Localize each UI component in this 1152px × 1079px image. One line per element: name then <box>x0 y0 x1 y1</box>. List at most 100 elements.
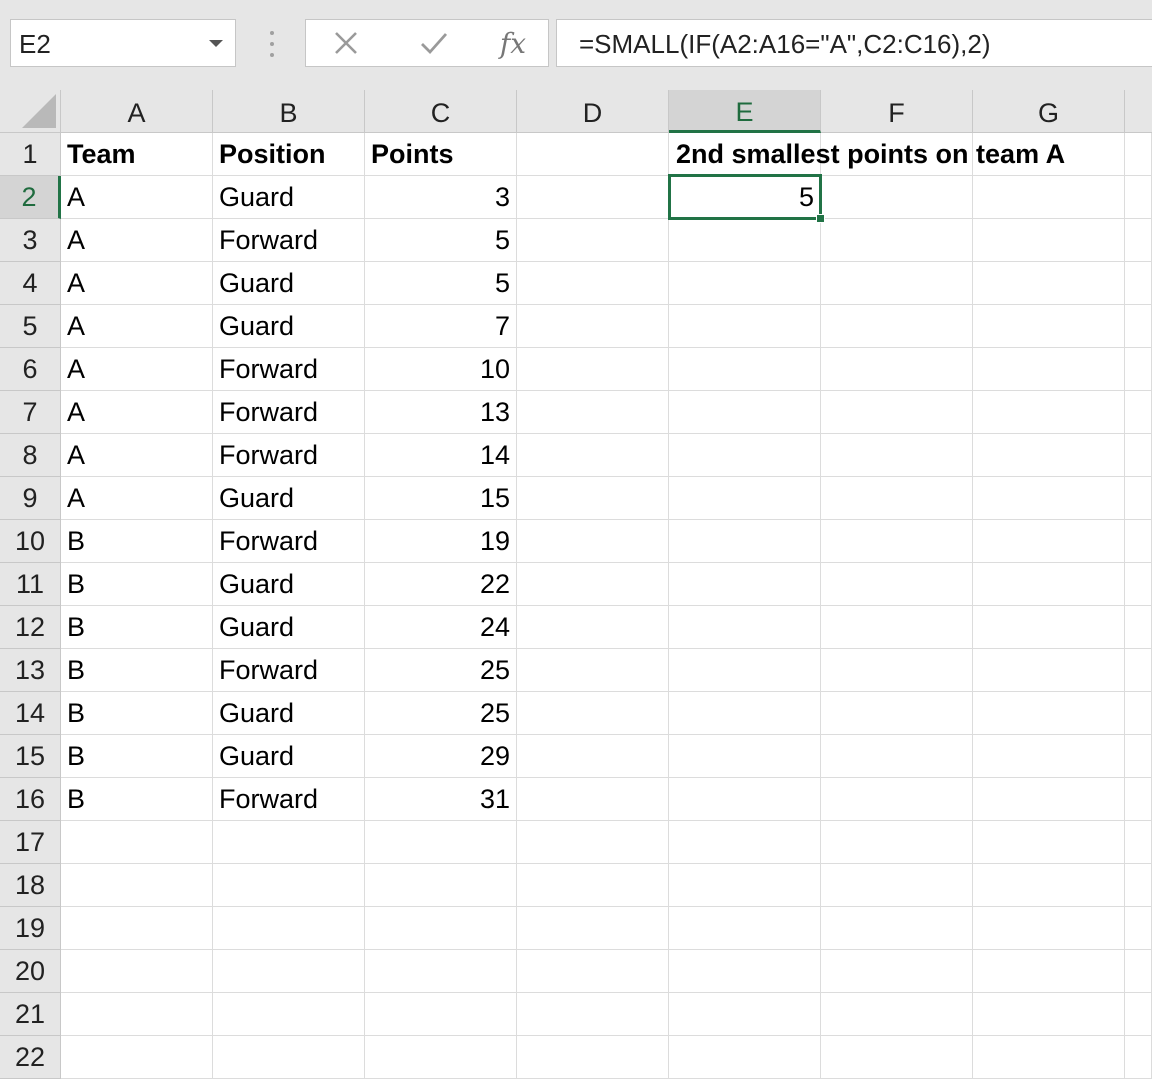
row-header-1[interactable]: 1 <box>0 133 61 176</box>
cell-h12[interactable] <box>1125 606 1152 649</box>
row-header-13[interactable]: 13 <box>0 649 61 692</box>
cell-h16[interactable] <box>1125 778 1152 821</box>
cell-d5[interactable] <box>517 305 669 348</box>
cell-b1[interactable]: Position <box>213 133 365 176</box>
cell-h18[interactable] <box>1125 864 1152 907</box>
cell-g17[interactable] <box>973 821 1125 864</box>
cell-b11[interactable]: Guard <box>213 563 365 606</box>
cell-d6[interactable] <box>517 348 669 391</box>
row-header-18[interactable]: 18 <box>0 864 61 907</box>
cell-d3[interactable] <box>517 219 669 262</box>
row-header-20[interactable]: 20 <box>0 950 61 993</box>
cell-e7[interactable] <box>669 391 821 434</box>
cell-g22[interactable] <box>973 1036 1125 1079</box>
cell-c21[interactable] <box>365 993 517 1036</box>
cell-h22[interactable] <box>1125 1036 1152 1079</box>
formula-input[interactable]: =SMALL(IF(A2:A16="A",C2:C16),2) <box>556 19 1152 67</box>
row-header-11[interactable]: 11 <box>0 563 61 606</box>
cell-e13[interactable] <box>669 649 821 692</box>
cell-e8[interactable] <box>669 434 821 477</box>
cell-f5[interactable] <box>821 305 973 348</box>
cell-g13[interactable] <box>973 649 1125 692</box>
cell-a6[interactable]: A <box>61 348 213 391</box>
cell-a14[interactable]: B <box>61 692 213 735</box>
cell-c9[interactable]: 15 <box>365 477 517 520</box>
cell-f2[interactable] <box>821 176 973 219</box>
cell-d16[interactable] <box>517 778 669 821</box>
cell-g18[interactable] <box>973 864 1125 907</box>
name-box-value[interactable]: E2 <box>19 29 51 60</box>
cell-a22[interactable] <box>61 1036 213 1079</box>
cell-f21[interactable] <box>821 993 973 1036</box>
cell-e22[interactable] <box>669 1036 821 1079</box>
formula-text[interactable]: =SMALL(IF(A2:A16="A",C2:C16),2) <box>579 29 991 60</box>
cell-c3[interactable]: 5 <box>365 219 517 262</box>
cell-e16[interactable] <box>669 778 821 821</box>
column-header-partial[interactable] <box>1125 90 1152 133</box>
cell-b9[interactable]: Guard <box>213 477 365 520</box>
column-header-c[interactable]: C <box>365 90 517 133</box>
cell-b15[interactable]: Guard <box>213 735 365 778</box>
cell-e11[interactable] <box>669 563 821 606</box>
cell-f8[interactable] <box>821 434 973 477</box>
grip-handle-icon[interactable] <box>270 31 274 57</box>
cell-b5[interactable]: Guard <box>213 305 365 348</box>
row-header-15[interactable]: 15 <box>0 735 61 778</box>
cell-h5[interactable] <box>1125 305 1152 348</box>
cell-d10[interactable] <box>517 520 669 563</box>
cell-f15[interactable] <box>821 735 973 778</box>
cell-f19[interactable] <box>821 907 973 950</box>
row-header-19[interactable]: 19 <box>0 907 61 950</box>
cell-g19[interactable] <box>973 907 1125 950</box>
row-header-17[interactable]: 17 <box>0 821 61 864</box>
cell-a5[interactable]: A <box>61 305 213 348</box>
cell-c13[interactable]: 25 <box>365 649 517 692</box>
cell-c7[interactable]: 13 <box>365 391 517 434</box>
cell-c20[interactable] <box>365 950 517 993</box>
cell-a21[interactable] <box>61 993 213 1036</box>
cell-g9[interactable] <box>973 477 1125 520</box>
cell-c8[interactable]: 14 <box>365 434 517 477</box>
cell-a17[interactable] <box>61 821 213 864</box>
cell-f16[interactable] <box>821 778 973 821</box>
cell-b3[interactable]: Forward <box>213 219 365 262</box>
cell-f17[interactable] <box>821 821 973 864</box>
close-icon[interactable] <box>328 20 364 66</box>
cell-h13[interactable] <box>1125 649 1152 692</box>
cell-g12[interactable] <box>973 606 1125 649</box>
cell-g4[interactable] <box>973 262 1125 305</box>
cell-g5[interactable] <box>973 305 1125 348</box>
cell-b2[interactable]: Guard <box>213 176 365 219</box>
column-header-b[interactable]: B <box>213 90 365 133</box>
cell-a10[interactable]: B <box>61 520 213 563</box>
cell-d13[interactable] <box>517 649 669 692</box>
cell-h6[interactable] <box>1125 348 1152 391</box>
cell-a13[interactable]: B <box>61 649 213 692</box>
cell-d11[interactable] <box>517 563 669 606</box>
cell-g8[interactable] <box>973 434 1125 477</box>
cell-h19[interactable] <box>1125 907 1152 950</box>
cell-e12[interactable] <box>669 606 821 649</box>
cell-d19[interactable] <box>517 907 669 950</box>
cell-g6[interactable] <box>973 348 1125 391</box>
cell-c18[interactable] <box>365 864 517 907</box>
cell-f18[interactable] <box>821 864 973 907</box>
cell-a2[interactable]: A <box>61 176 213 219</box>
row-header-12[interactable]: 12 <box>0 606 61 649</box>
cell-h15[interactable] <box>1125 735 1152 778</box>
cell-e6[interactable] <box>669 348 821 391</box>
cell-c19[interactable] <box>365 907 517 950</box>
cell-f14[interactable] <box>821 692 973 735</box>
cell-g16[interactable] <box>973 778 1125 821</box>
cell-h7[interactable] <box>1125 391 1152 434</box>
cell-c6[interactable]: 10 <box>365 348 517 391</box>
row-header-14[interactable]: 14 <box>0 692 61 735</box>
cell-c22[interactable] <box>365 1036 517 1079</box>
cell-d4[interactable] <box>517 262 669 305</box>
cell-h9[interactable] <box>1125 477 1152 520</box>
cell-e10[interactable] <box>669 520 821 563</box>
cell-e21[interactable] <box>669 993 821 1036</box>
cell-h21[interactable] <box>1125 993 1152 1036</box>
cell-f7[interactable] <box>821 391 973 434</box>
column-header-d[interactable]: D <box>517 90 669 133</box>
